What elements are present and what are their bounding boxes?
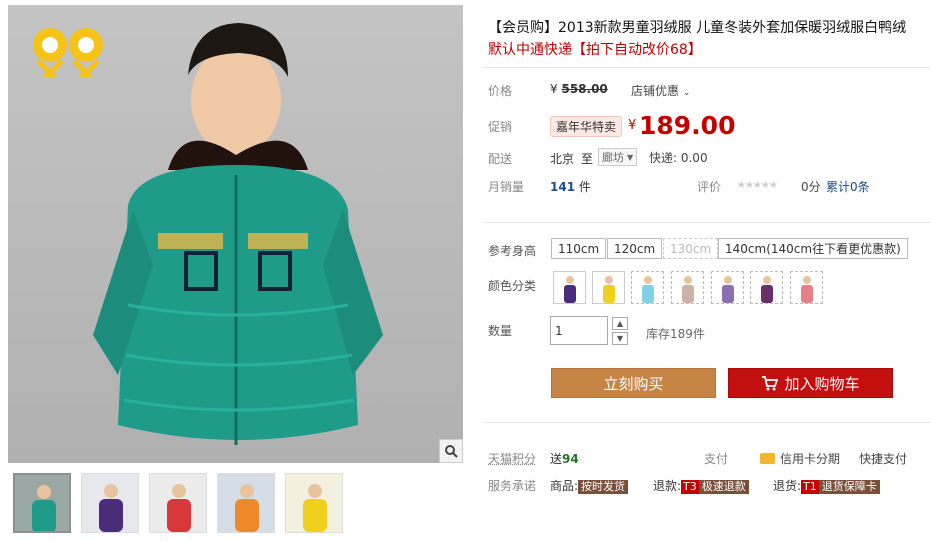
cart-icon bbox=[762, 375, 779, 390]
add-to-cart-label: 加入购物车 bbox=[784, 374, 860, 393]
original-price: ¥ 558.00 bbox=[550, 82, 608, 96]
thumbnail-yellow[interactable] bbox=[285, 473, 343, 533]
thumbnail-purple[interactable] bbox=[81, 473, 139, 533]
return-code: T1 bbox=[801, 480, 819, 494]
color-label: 颜色分类 bbox=[488, 279, 537, 293]
points-amount: 94 bbox=[562, 452, 579, 466]
rating-label: 评价 bbox=[697, 180, 722, 194]
shop-promo-label: 店铺优惠 bbox=[631, 84, 680, 98]
stock-count: 库存189件 bbox=[646, 327, 705, 341]
points-value: 送94 bbox=[550, 450, 579, 467]
ontime-ship-tag[interactable]: 按时发货 bbox=[578, 480, 629, 494]
ship-from: 北京 bbox=[550, 152, 575, 166]
price-label: 价格 bbox=[488, 84, 513, 98]
monthly-sales-label: 月销量 bbox=[488, 180, 525, 194]
quantity-decrease-button[interactable]: ▼ bbox=[612, 332, 628, 345]
color-option-violet[interactable] bbox=[711, 271, 744, 304]
chevron-down-icon: ▼ bbox=[616, 334, 624, 343]
tmall-points-label[interactable]: 天猫积分 bbox=[488, 450, 536, 467]
shop-promo-dropdown[interactable]: 店铺优惠 ⌄ bbox=[631, 82, 690, 99]
thumbnail-strip bbox=[13, 473, 343, 533]
return-guarantee-tag[interactable]: 退货保障卡 bbox=[818, 480, 880, 494]
rating-stars: ★★★★★ bbox=[737, 180, 778, 191]
refund-label: 退款: bbox=[653, 479, 682, 493]
currency-symbol: ¥ bbox=[550, 82, 558, 96]
size-option-140[interactable]: 140cm(140cm往下看更优惠款) bbox=[718, 238, 908, 259]
quantity-input[interactable]: 1 bbox=[550, 316, 608, 345]
thumbnail-teal[interactable] bbox=[13, 473, 71, 533]
credit-installment-label: 信用卡分期 bbox=[780, 452, 841, 466]
price-currency: ¥ bbox=[628, 118, 637, 133]
zoom-button[interactable] bbox=[439, 439, 463, 463]
product-photo bbox=[93, 23, 383, 445]
points-give: 送 bbox=[550, 452, 563, 466]
color-option-pink[interactable] bbox=[790, 271, 823, 304]
dropdown-arrow-icon: ▼ bbox=[627, 152, 634, 162]
promo-badge: 嘉年华特卖 bbox=[550, 116, 623, 137]
divider bbox=[483, 422, 930, 423]
fast-refund-tag[interactable]: 极速退款 bbox=[698, 480, 749, 494]
size-option-110[interactable]: 110cm bbox=[551, 238, 607, 259]
monthly-sales: 141 件 bbox=[550, 178, 591, 195]
service-goods: 商品: 按时发货 bbox=[550, 477, 629, 494]
shipping-fee: 快递: 0.00 bbox=[649, 151, 708, 165]
credit-installment[interactable]: 信用卡分期 bbox=[760, 450, 840, 467]
product-info-panel: 【会员购】2013新款男童羽绒服 儿童冬装外套加保暖羽绒服白鸭绒 默认中通快递【… bbox=[483, 0, 930, 541]
main-product-image[interactable] bbox=[8, 5, 463, 463]
goods-label: 商品: bbox=[550, 479, 579, 493]
sales-unit: 件 bbox=[578, 180, 591, 194]
return-label: 退货: bbox=[773, 479, 802, 493]
chevron-up-icon: ▲ bbox=[616, 319, 624, 328]
product-subtitle: 默认中通快递【拍下自动改价68】 bbox=[488, 42, 702, 58]
quantity-label: 数量 bbox=[488, 324, 513, 338]
shipping-label: 配送 bbox=[488, 152, 513, 166]
divider bbox=[483, 222, 930, 223]
payment-label: 支付 bbox=[704, 452, 729, 466]
credit-card-icon bbox=[760, 453, 775, 464]
color-option-yellow[interactable] bbox=[592, 271, 625, 304]
quick-pay[interactable]: 快捷支付 bbox=[859, 450, 907, 467]
size-label: 参考身高 bbox=[488, 244, 537, 258]
thumbnail-red[interactable] bbox=[149, 473, 207, 533]
color-option-plum[interactable] bbox=[750, 271, 783, 304]
sale-price: 189.00 bbox=[639, 111, 736, 140]
size-option-130[interactable]: 130cm bbox=[663, 238, 719, 259]
quantity-increase-button[interactable]: ▲ bbox=[612, 317, 628, 330]
color-option-purple[interactable] bbox=[553, 271, 586, 304]
divider bbox=[483, 67, 930, 68]
rating-score: 0分 bbox=[801, 180, 821, 194]
service-return: 退货: T1 退货保障卡 bbox=[773, 477, 880, 494]
color-option-beige[interactable] bbox=[671, 271, 704, 304]
sales-count: 141 bbox=[550, 180, 576, 194]
destination-select[interactable]: 廊坊 ▼ bbox=[598, 148, 638, 166]
service-refund: 退款: T3 极速退款 bbox=[653, 477, 749, 494]
original-price-value: 558.00 bbox=[561, 82, 608, 96]
size-option-120[interactable]: 120cm bbox=[607, 238, 663, 259]
thumbnail-orange[interactable] bbox=[217, 473, 275, 533]
destination-value: 廊坊 bbox=[602, 151, 624, 164]
magnifier-icon bbox=[445, 445, 458, 458]
chevron-down-icon: ⌄ bbox=[682, 88, 691, 98]
review-count-link[interactable]: 累计0条 bbox=[826, 178, 870, 195]
product-title: 【会员购】2013新款男童羽绒服 儿童冬装外套加保暖羽绒服白鸭绒 bbox=[488, 20, 907, 36]
service-label: 服务承诺 bbox=[488, 479, 537, 493]
add-to-cart-button[interactable]: 加入购物车 bbox=[728, 368, 893, 398]
promo-label: 促销 bbox=[488, 120, 513, 134]
ship-to-word: 至 bbox=[581, 152, 594, 166]
buy-now-button[interactable]: 立刻购买 bbox=[551, 368, 716, 398]
refund-code: T3 bbox=[681, 480, 699, 494]
color-option-lightblue[interactable] bbox=[631, 271, 664, 304]
